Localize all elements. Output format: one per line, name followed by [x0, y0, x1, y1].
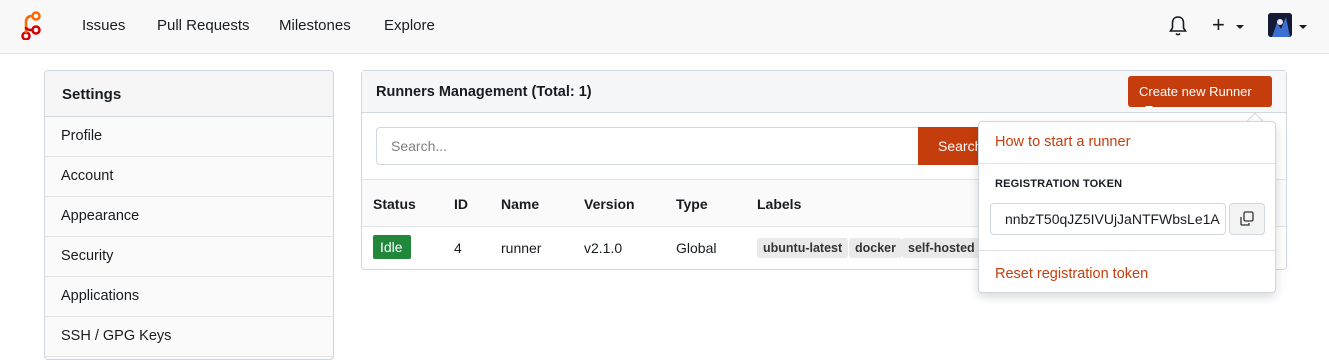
- label-chip: self-hosted: [902, 238, 981, 258]
- column-header-status[interactable]: Status: [373, 196, 416, 212]
- copy-icon: [1240, 211, 1254, 226]
- top-navbar: Issues Pull Requests Milestones Explore …: [0, 0, 1329, 54]
- sidebar-item-security[interactable]: Security: [45, 237, 333, 277]
- nav-explore[interactable]: Explore: [384, 17, 435, 34]
- sidebar-item-appearance[interactable]: Appearance: [45, 197, 333, 237]
- create-runner-dropdown: How to start a runner REGISTRATION TOKEN…: [978, 121, 1276, 293]
- nav-milestones[interactable]: Milestones: [279, 17, 351, 34]
- sidebar-item-profile[interactable]: Profile: [45, 117, 333, 157]
- avatar[interactable]: [1268, 13, 1292, 37]
- search-input[interactable]: Search...: [376, 127, 919, 165]
- settings-title: Settings: [45, 71, 333, 117]
- column-header-id[interactable]: ID: [454, 196, 468, 212]
- create-plus-icon[interactable]: +: [1212, 12, 1225, 38]
- chevron-down-icon[interactable]: [1299, 25, 1307, 29]
- column-header-type[interactable]: Type: [676, 196, 708, 212]
- sidebar-item-account[interactable]: Account: [45, 157, 333, 197]
- settings-sidebar: Settings Profile Account Appearance Secu…: [44, 70, 334, 360]
- how-to-start-runner-link[interactable]: How to start a runner: [995, 134, 1130, 150]
- column-header-version[interactable]: Version: [584, 196, 635, 212]
- forgejo-logo-icon[interactable]: [21, 10, 43, 40]
- status-badge: Idle: [373, 235, 411, 259]
- copy-token-button[interactable]: [1229, 203, 1265, 235]
- chevron-down-icon: [1145, 105, 1153, 110]
- divider: [979, 163, 1275, 164]
- bell-icon[interactable]: [1168, 15, 1188, 37]
- runner-id: 4: [454, 240, 462, 256]
- sidebar-item-ssh-gpg-keys[interactable]: SSH / GPG Keys: [45, 317, 333, 357]
- chevron-down-icon[interactable]: [1236, 25, 1244, 29]
- label-chip: ubuntu-latest: [757, 238, 849, 258]
- sidebar-item-applications[interactable]: Applications: [45, 277, 333, 317]
- column-header-labels[interactable]: Labels: [757, 196, 801, 212]
- runner-name[interactable]: runner: [501, 240, 541, 256]
- divider: [979, 250, 1275, 251]
- nav-issues[interactable]: Issues: [82, 17, 125, 34]
- create-runner-label: Create new Runner: [1139, 84, 1252, 99]
- column-header-name[interactable]: Name: [501, 196, 539, 212]
- avatar-image-icon: [1268, 13, 1292, 37]
- reset-registration-token-link[interactable]: Reset registration token: [995, 266, 1148, 282]
- registration-token-field[interactable]: nnbzT50qJZ5IVUjJaNTFWbsLe1A: [990, 203, 1226, 235]
- runner-type: Global: [676, 240, 717, 256]
- runner-version: v2.1.0: [584, 240, 623, 256]
- label-chip: docker: [849, 238, 902, 258]
- create-runner-button[interactable]: Create new Runner: [1128, 76, 1272, 110]
- nav-pull-requests[interactable]: Pull Requests: [157, 17, 250, 34]
- registration-token-label: REGISTRATION TOKEN: [995, 178, 1123, 190]
